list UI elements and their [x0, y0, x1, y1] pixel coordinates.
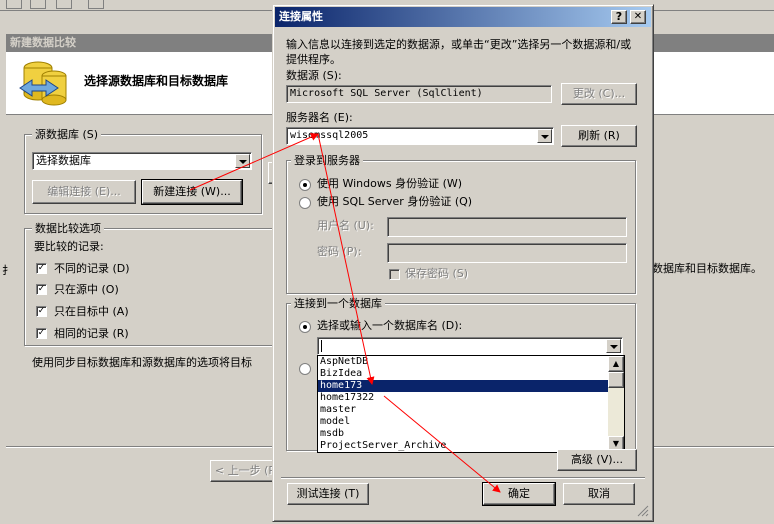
username-label: 用户名 (U): — [317, 219, 374, 232]
dialog-titlebar: 连接属性 — [275, 7, 651, 27]
database-list-items: AspNetDB BizIdea home173 home17322 master mod… — [318, 356, 608, 452]
edit-connection-button[interactable]: 编辑连接 (E)... — [32, 180, 136, 204]
ok-button[interactable]: 确定 — [482, 482, 556, 506]
list-scrollbar[interactable]: ▲ ▼ — [608, 356, 624, 452]
chevron-down-icon[interactable] — [235, 154, 250, 168]
compare-options-label: 数据比较选项 — [32, 222, 104, 235]
wizard-title: 新建数据比较 — [10, 36, 76, 49]
close-button[interactable]: ✕ — [630, 10, 646, 24]
save-password-label: 保存密码 (S) — [405, 267, 469, 280]
connection-dialog: 连接属性 ? ✕ 输入信息以连接到选定的数据源，或单击“更改”选择另一个数据源和… — [272, 4, 654, 522]
source-database-select[interactable]: 选择数据库 — [32, 152, 252, 170]
option-checkbox-2[interactable]: ✓ — [36, 306, 47, 317]
text-cursor — [321, 340, 322, 352]
advanced-button[interactable]: 高级 (V)... — [557, 449, 637, 471]
datasource-field: Microsoft SQL Server (SqlClient) — [286, 85, 552, 103]
cancel-button[interactable]: 取消 — [563, 483, 635, 505]
database-combo-input[interactable] — [317, 337, 623, 355]
change-button[interactable]: 更改 (C)... — [561, 83, 637, 105]
list-item[interactable]: model — [318, 416, 608, 428]
toolbar-icon[interactable] — [56, 0, 72, 9]
list-item[interactable]: home17322 — [318, 392, 608, 404]
list-item[interactable]: AspNetDB — [318, 356, 608, 368]
records-label: 要比较的记录: — [34, 240, 104, 253]
option-checkbox-1[interactable]: ✓ — [36, 284, 47, 295]
toolbar-icon[interactable] — [88, 0, 104, 9]
test-connection-button[interactable]: 测试连接 (T) — [287, 483, 369, 505]
option-label-3: 相同的记录 (R) — [54, 327, 129, 340]
back-button[interactable]: < 上一步 (P — [210, 460, 280, 482]
sync-note: 使用同步目标数据库和源数据库的选项将目标 — [32, 356, 252, 369]
username-input[interactable] — [387, 217, 627, 237]
chevron-down-icon[interactable] — [606, 339, 621, 353]
dialog-intro: 输入信息以连接到选定的数据源，或单击“更改”选择另一个数据源和/或提供程序。 — [286, 38, 632, 66]
server-label: 服务器名 (E): — [286, 111, 353, 124]
list-item[interactable]: master — [318, 404, 608, 416]
password-label: 密码 (P): — [317, 245, 362, 258]
select-db-radio[interactable] — [299, 321, 311, 333]
list-item[interactable]: home173 — [318, 380, 608, 392]
select-db-label: 选择或输入一个数据库名 (D): — [317, 319, 463, 332]
resize-grip-icon[interactable] — [637, 505, 649, 517]
dialog-title: 连接属性 — [279, 10, 323, 23]
save-password-checkbox[interactable] — [389, 269, 400, 280]
windows-auth-label: 使用 Windows 身份验证 (W) — [317, 177, 463, 190]
dialog-footer-divider — [281, 477, 645, 479]
option-checkbox-0[interactable]: ✓ — [36, 263, 47, 274]
server-value: wisemssql2005 — [290, 130, 369, 141]
option-checkbox-3[interactable]: ✓ — [36, 328, 47, 339]
toolbar-icon[interactable] — [30, 0, 46, 9]
help-button[interactable]: ? — [611, 10, 627, 24]
chevron-down-icon[interactable] — [537, 129, 552, 143]
login-group-label: 登录到服务器 — [291, 154, 363, 167]
scroll-thumb[interactable] — [608, 372, 624, 388]
wizard-header: 选择源数据库和目标数据库 — [84, 74, 229, 88]
windows-auth-radio[interactable] — [299, 179, 311, 191]
database-icon — [12, 58, 72, 110]
refresh-button[interactable]: 刷新 (R) — [561, 125, 637, 147]
option-label-1: 只在源中 (O) — [54, 283, 119, 296]
source-database-value: 选择数据库 — [36, 154, 91, 167]
scroll-up-button[interactable]: ▲ — [608, 356, 624, 372]
list-item[interactable]: msdb — [318, 428, 608, 440]
connect-db-group-label: 连接到一个数据库 — [291, 297, 385, 310]
list-item[interactable]: BizIdea — [318, 368, 608, 380]
datasource-label: 数据源 (S): — [286, 69, 342, 82]
new-connection-button[interactable]: 新建连接 (W)... — [141, 179, 243, 205]
password-input[interactable] — [387, 243, 627, 263]
attach-db-radio[interactable] — [299, 363, 311, 375]
source-database-label: 源数据库 (S) — [32, 128, 102, 141]
option-label-2: 只在目标中 (A) — [54, 305, 129, 318]
toolbar-icon[interactable] — [6, 0, 22, 9]
server-input[interactable]: wisemssql2005 — [286, 127, 554, 145]
right-description: 数据库和目标数据库。 — [652, 262, 762, 275]
datasource-value: Microsoft SQL Server (SqlClient) — [290, 88, 483, 99]
sql-auth-label: 使用 SQL Server 身份验证 (Q) — [317, 195, 473, 208]
database-dropdown-list[interactable]: AspNetDB BizIdea home173 home17322 master mod… — [317, 355, 625, 453]
sql-auth-radio[interactable] — [299, 197, 311, 209]
left-partial-text: 扌 — [2, 264, 13, 277]
option-label-0: 不同的记录 (D) — [54, 262, 130, 275]
